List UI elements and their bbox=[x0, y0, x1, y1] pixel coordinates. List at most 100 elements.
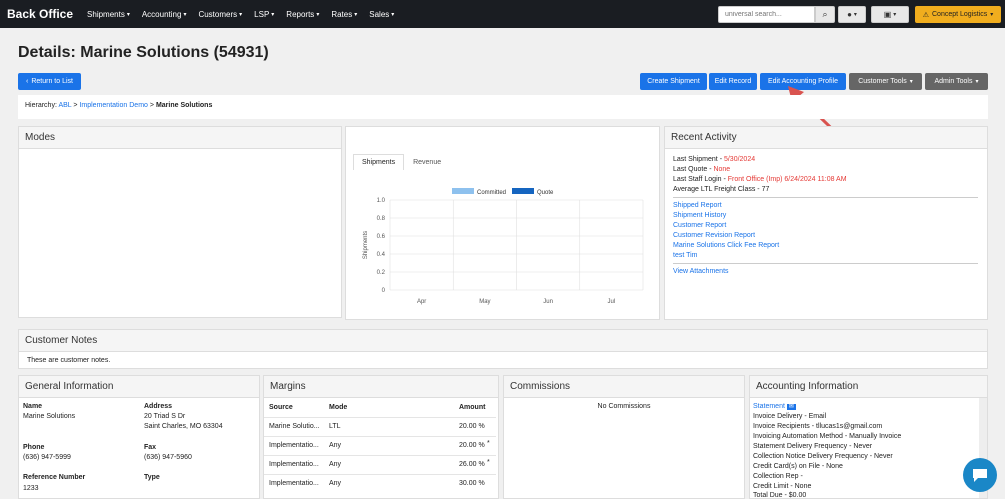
chevron-down-icon: ▾ bbox=[271, 11, 275, 18]
name-label: Name bbox=[23, 403, 43, 410]
y-tick-label: 0 bbox=[382, 288, 386, 294]
nav-rates[interactable]: Rates ▾ bbox=[331, 10, 357, 19]
address-line1: 20 Triad S Dr bbox=[144, 413, 186, 420]
accounting-line: Invoice Delivery - Email bbox=[753, 413, 827, 420]
y-tick-label: 1.0 bbox=[377, 198, 386, 204]
accounting-line: Invoicing Automation Method - Manually I… bbox=[753, 433, 902, 440]
customer-notes-header: Customer Notes bbox=[19, 330, 987, 352]
warning-icon: ⚠ bbox=[922, 11, 929, 19]
general-information-header: General Information bbox=[19, 376, 259, 398]
tab-shipments[interactable]: Shipments bbox=[353, 154, 405, 170]
chevron-down-icon: ▾ bbox=[126, 11, 130, 18]
chevron-down-icon: ▾ bbox=[354, 11, 358, 18]
table-row: Marine Solutio... LTL 20.00 % bbox=[264, 417, 496, 435]
fax-value: (636) 947-5960 bbox=[144, 454, 192, 461]
view-attachments-link[interactable]: View Attachments bbox=[673, 268, 729, 275]
customer-report-link[interactable]: Customer Report bbox=[673, 222, 726, 229]
admin-tools-button[interactable]: Admin Tools ▾ bbox=[925, 73, 988, 90]
tab-revenue[interactable]: Revenue bbox=[404, 154, 450, 170]
x-tick-label: Jun bbox=[543, 299, 553, 305]
account-menu-button[interactable]: ⚠ Concept Logistics ▾ bbox=[915, 6, 1001, 23]
statement-link[interactable]: Statement ✉ bbox=[753, 403, 796, 410]
customer-revision-report-link[interactable]: Customer Revision Report bbox=[673, 232, 755, 239]
chevron-down-icon: ▾ bbox=[391, 11, 395, 18]
modes-panel: Modes bbox=[18, 126, 342, 318]
account-name: Concept Logistics bbox=[932, 11, 988, 18]
chat-button[interactable] bbox=[963, 458, 997, 492]
last-staff-login: Last Staff Login - Front Office (Imp) 6/… bbox=[673, 176, 847, 183]
breadcrumb-current: Marine Solutions bbox=[155, 102, 213, 109]
search-button[interactable]: ⌕ bbox=[815, 6, 835, 23]
reference-number-value: 1233 bbox=[23, 485, 39, 492]
nav-sales[interactable]: Sales ▾ bbox=[369, 10, 394, 19]
click-fee-report-link[interactable]: Marine Solutions Click Fee Report bbox=[673, 242, 779, 249]
breadcrumb-label: Hierarchy: bbox=[25, 102, 57, 109]
y-tick-label: 0.6 bbox=[377, 234, 386, 240]
name-value: Marine Solutions bbox=[23, 413, 76, 420]
address-label: Address bbox=[144, 403, 173, 410]
y-tick-label: 0.2 bbox=[377, 270, 386, 276]
return-to-list-button[interactable]: ‹ Return to List bbox=[18, 73, 81, 90]
nav-lsp[interactable]: LSP ▾ bbox=[254, 10, 274, 19]
search-icon: ⌕ bbox=[822, 9, 828, 19]
shipments-chart: Committed Quote 1.0 0.8 0.6 0.4 0.2 0 Apr May Jun J… bbox=[363, 188, 644, 305]
nav-shipments[interactable]: Shipments ▾ bbox=[87, 10, 130, 19]
legend-label: Quote bbox=[537, 190, 554, 196]
accounting-line: Invoice Recipients - tllucas1s@gmail.com bbox=[753, 423, 883, 430]
breadcrumb-separator: > bbox=[149, 102, 154, 109]
x-tick-label: Apr bbox=[417, 299, 426, 305]
shipped-report-link[interactable]: Shipped Report bbox=[673, 202, 722, 209]
breadcrumb: Hierarchy: ABL > Implementation Demo > M… bbox=[18, 95, 988, 119]
chevron-left-icon: ‹ bbox=[26, 78, 29, 85]
chevron-down-icon: ▾ bbox=[183, 11, 187, 18]
column-mode: Mode bbox=[329, 404, 348, 411]
y-axis-label: Shipments bbox=[363, 231, 369, 259]
legend-label: Committed bbox=[477, 190, 506, 196]
nav-customers[interactable]: Customers ▾ bbox=[198, 10, 242, 19]
legend-swatch bbox=[512, 188, 534, 194]
email-icon: ✉ bbox=[786, 404, 796, 410]
address-line2: Saint Charles, MO 63304 bbox=[144, 423, 223, 430]
chevron-down-icon: ▾ bbox=[893, 12, 897, 18]
divider bbox=[673, 197, 978, 198]
y-tick-label: 0.4 bbox=[377, 252, 386, 258]
chevron-down-icon: ▾ bbox=[975, 79, 979, 85]
phone-label: Phone bbox=[23, 444, 45, 451]
divider bbox=[673, 263, 978, 264]
test-tim-link[interactable]: test Tim bbox=[673, 252, 698, 259]
recent-activity-header: Recent Activity bbox=[665, 127, 987, 149]
table-row: Implementatio... Any 20.00 % * bbox=[264, 436, 496, 454]
last-shipment: Last Shipment - 5/30/2024 bbox=[673, 156, 756, 163]
create-shipment-button[interactable]: Create Shipment bbox=[640, 73, 707, 90]
margins-header: Margins bbox=[264, 376, 498, 398]
table-row: Implementatio... Any 26.00 % * bbox=[264, 455, 496, 473]
nav-reports[interactable]: Reports ▾ bbox=[286, 10, 319, 19]
help-menu-button[interactable]: ● ▾ bbox=[838, 6, 866, 23]
type-label: Type bbox=[144, 474, 160, 481]
chevron-down-icon: ▾ bbox=[316, 11, 320, 18]
chevron-down-icon: ▾ bbox=[909, 79, 913, 85]
modes-header: Modes bbox=[19, 127, 341, 149]
brand-logo[interactable]: Back Office bbox=[7, 7, 73, 21]
column-amount: Amount bbox=[459, 404, 486, 411]
universal-search-input[interactable] bbox=[718, 6, 815, 23]
accounting-information-header: Accounting Information bbox=[750, 376, 987, 398]
breadcrumb-link-abl[interactable]: ABL bbox=[58, 102, 71, 109]
customer-notes-text: These are customer notes. bbox=[27, 357, 111, 364]
clipboard-menu-button[interactable]: ▣ ▾ bbox=[871, 6, 909, 23]
edit-record-button[interactable]: Edit Record bbox=[709, 73, 757, 90]
accounting-line: Statement Delivery Frequency - Never bbox=[753, 443, 873, 450]
commissions-panel: Commissions No Commissions bbox=[503, 375, 745, 499]
chat-icon bbox=[973, 469, 987, 482]
shipment-history-link[interactable]: Shipment History bbox=[673, 212, 726, 219]
breadcrumb-link-implementation-demo[interactable]: Implementation Demo bbox=[79, 102, 147, 109]
fax-label: Fax bbox=[144, 444, 157, 451]
nav-accounting[interactable]: Accounting ▾ bbox=[142, 10, 187, 19]
chevron-down-icon: ▾ bbox=[853, 12, 857, 18]
legend-swatch bbox=[452, 188, 474, 194]
chevron-down-icon: ▾ bbox=[990, 12, 994, 18]
chart-tabs: Shipments Revenue bbox=[353, 154, 450, 170]
page-title: Details: Marine Solutions (54931) bbox=[18, 44, 269, 61]
table-row: Implementatio... Any 30.00 % bbox=[264, 474, 496, 492]
no-commissions-text: No Commissions bbox=[597, 403, 651, 410]
